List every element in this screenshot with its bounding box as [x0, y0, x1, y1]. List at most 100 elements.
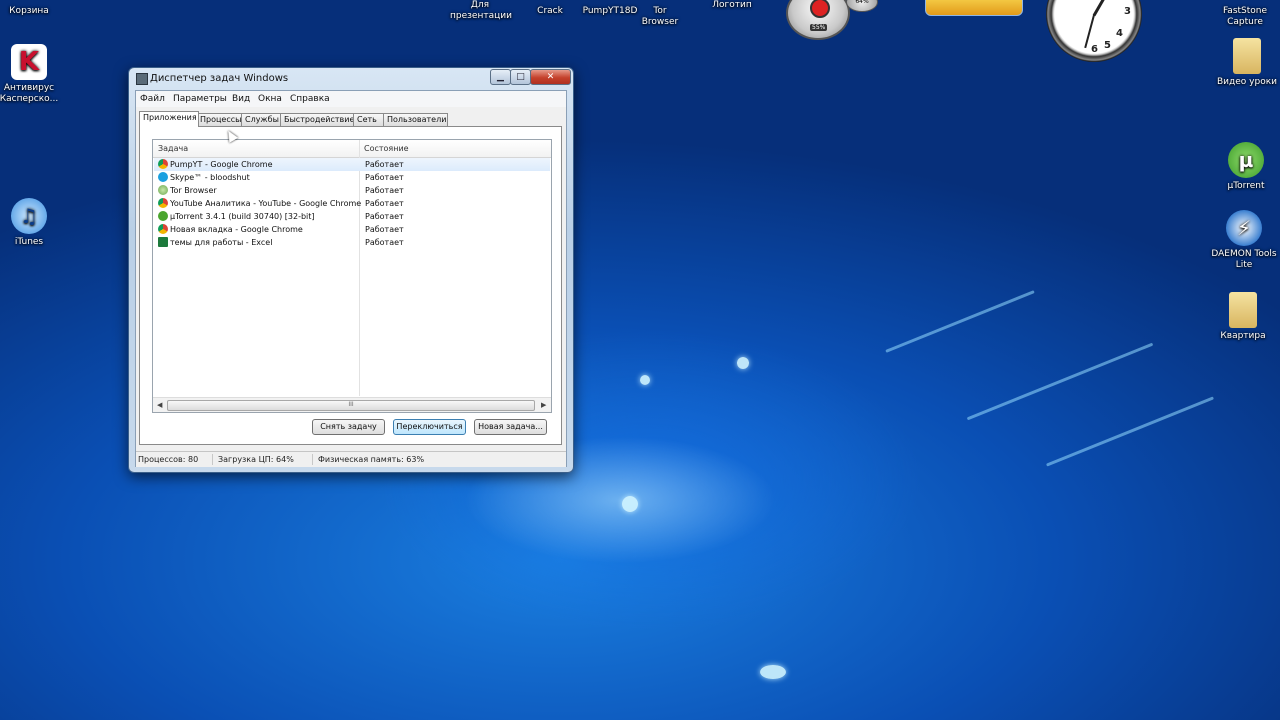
skype-icon: [158, 172, 168, 182]
desktop-label-recycle-bin[interactable]: Корзина: [4, 6, 54, 17]
clock-number: 3: [1124, 6, 1131, 17]
desktop-icon-daemon-tools[interactable]: ⚡ DAEMON Tools Lite: [1209, 210, 1279, 271]
list-header: Задача Состояние: [153, 140, 551, 158]
list-item[interactable]: темы для работы - Excel Работает: [154, 236, 550, 249]
task-name: Tor Browser: [170, 186, 217, 195]
applications-panel: Задача Состояние PumpYT - Google Chrome …: [139, 126, 562, 445]
menu-options[interactable]: Параметры: [173, 94, 227, 104]
desktop-icon-label: DAEMON Tools Lite: [1211, 249, 1277, 270]
window-title: Диспетчер задач Windows: [150, 73, 289, 84]
desktop-icon-apartment[interactable]: Квартира: [1208, 292, 1278, 342]
cpu-meter-gadget[interactable]: 55%: [786, 0, 850, 40]
utorrent-icon: µ: [1228, 142, 1264, 178]
menu-help[interactable]: Справка: [290, 94, 330, 104]
tab-services[interactable]: Службы: [241, 113, 283, 126]
scroll-left-icon[interactable]: ◀: [157, 401, 162, 409]
desktop-icon-utorrent[interactable]: µ µTorrent: [1211, 142, 1280, 192]
menu-file[interactable]: Файл: [140, 94, 165, 104]
tab-performance[interactable]: Быстродействие: [280, 113, 356, 126]
status-memory: Физическая память: 63%: [318, 455, 425, 464]
task-manager-icon: [136, 73, 148, 85]
desktop-label-tor-browser[interactable]: Tor Browser: [634, 6, 686, 28]
tab-processes[interactable]: Процессы: [196, 113, 244, 126]
desktop-icon-label: Видео уроки: [1217, 77, 1277, 87]
wallpaper-droplet: [622, 496, 638, 512]
status-bar: Процессов: 80 Загрузка ЦП: 64% Физическа…: [136, 451, 566, 467]
list-item[interactable]: Новая вкладка - Google Chrome Работает: [154, 223, 550, 236]
scroll-right-icon[interactable]: ▶: [541, 401, 546, 409]
task-name: µTorrent 3.4.1 (build 30740) [32-bit]: [170, 212, 315, 221]
status-divider: [212, 454, 213, 465]
desktop-icon-kaspersky[interactable]: K Антивирус Касперско...: [0, 44, 64, 105]
task-status: Работает: [365, 186, 404, 195]
status-divider: [312, 454, 313, 465]
clock-gadget[interactable]: 3 4 5 6: [1046, 0, 1142, 62]
wallpaper-droplet: [760, 665, 786, 679]
desktop-label-pumpyt[interactable]: PumpYT18D: [580, 6, 640, 17]
task-status: Работает: [365, 225, 404, 234]
clock-number: 4: [1116, 28, 1123, 39]
desktop-icon-itunes[interactable]: ♫ iTunes: [0, 198, 64, 248]
tab-network[interactable]: Сеть: [353, 113, 386, 126]
utorrent-icon: [158, 211, 168, 221]
wallpaper-splash: [966, 342, 1154, 421]
desktop-icon-label: µTorrent: [1227, 181, 1265, 191]
column-header-status[interactable]: Состояние: [359, 140, 544, 157]
tor-icon: [158, 185, 168, 195]
wallpaper-droplet: [737, 357, 749, 369]
status-cpu: Загрузка ЦП: 64%: [218, 455, 294, 464]
desktop-label-logo[interactable]: Логотип: [706, 0, 758, 11]
folder-icon: [1229, 292, 1257, 328]
menu-windows[interactable]: Окна: [258, 94, 282, 104]
task-status: Работает: [365, 160, 404, 169]
list-item[interactable]: µTorrent 3.4.1 (build 30740) [32-bit] Ра…: [154, 210, 550, 223]
menu-view[interactable]: Вид: [232, 94, 250, 104]
excel-icon: [158, 237, 168, 247]
wallpaper-droplet: [640, 375, 650, 385]
task-name: PumpYT - Google Chrome: [170, 160, 273, 169]
desktop-icon-video-lessons[interactable]: Видео уроки: [1212, 38, 1280, 88]
list-item[interactable]: Skype™ - bloodshut Работает: [154, 171, 550, 184]
weather-gadget[interactable]: [925, 0, 1023, 16]
list-item[interactable]: PumpYT - Google Chrome Работает: [154, 158, 550, 171]
daemon-tools-icon: ⚡: [1226, 210, 1262, 246]
task-status: Работает: [365, 212, 404, 221]
desktop-label-presentation[interactable]: Для презентации: [450, 0, 512, 22]
scrollbar-thumb[interactable]: III: [167, 400, 535, 411]
desktop-icon-label: Антивирус Касперско...: [0, 83, 59, 104]
clock-number: 5: [1104, 40, 1111, 51]
desktop-label-faststone[interactable]: FastStone Capture: [1214, 6, 1276, 28]
tab-applications[interactable]: Приложения: [139, 111, 199, 127]
cpu-percent: 55%: [810, 24, 828, 31]
task-name: YouTube Аналитика - YouTube - Google Chr…: [170, 199, 362, 208]
minimize-button[interactable]: ▁: [490, 69, 511, 85]
desktop-label-crack[interactable]: Crack: [530, 6, 570, 17]
task-status: Работает: [365, 173, 404, 182]
horizontal-scrollbar[interactable]: ◀ III ▶: [153, 397, 551, 412]
tab-users[interactable]: Пользователи: [383, 113, 448, 126]
task-manager-window: Диспетчер задач Windows ▁ □ ✕ Файл Парам…: [128, 67, 574, 473]
list-item[interactable]: Tor Browser Работает: [154, 184, 550, 197]
column-header-task[interactable]: Задача: [153, 140, 358, 157]
itunes-icon: ♫: [11, 198, 47, 234]
maximize-button[interactable]: □: [510, 69, 531, 85]
folder-icon: [1233, 38, 1261, 74]
task-status: Работает: [365, 199, 404, 208]
close-button[interactable]: ✕: [530, 69, 571, 85]
task-name: темы для работы - Excel: [170, 238, 273, 247]
new-task-button[interactable]: Новая задача...: [474, 419, 547, 435]
kaspersky-icon: K: [11, 44, 47, 80]
task-list[interactable]: Задача Состояние PumpYT - Google Chrome …: [152, 139, 552, 413]
chrome-icon: [158, 198, 168, 208]
chrome-icon: [158, 224, 168, 234]
status-processes: Процессов: 80: [138, 455, 199, 464]
task-name: Skype™ - bloodshut: [170, 173, 250, 182]
switch-to-button[interactable]: Переключиться: [393, 419, 466, 435]
clock-number: 6: [1091, 44, 1098, 55]
list-item[interactable]: YouTube Аналитика - YouTube - Google Chr…: [154, 197, 550, 210]
window-titlebar[interactable]: Диспетчер задач Windows ▁ □ ✕: [129, 68, 573, 90]
desktop-icon-label: Квартира: [1220, 331, 1266, 341]
task-name: Новая вкладка - Google Chrome: [170, 225, 303, 234]
task-status: Работает: [365, 238, 404, 247]
end-task-button[interactable]: Снять задачу: [312, 419, 385, 435]
